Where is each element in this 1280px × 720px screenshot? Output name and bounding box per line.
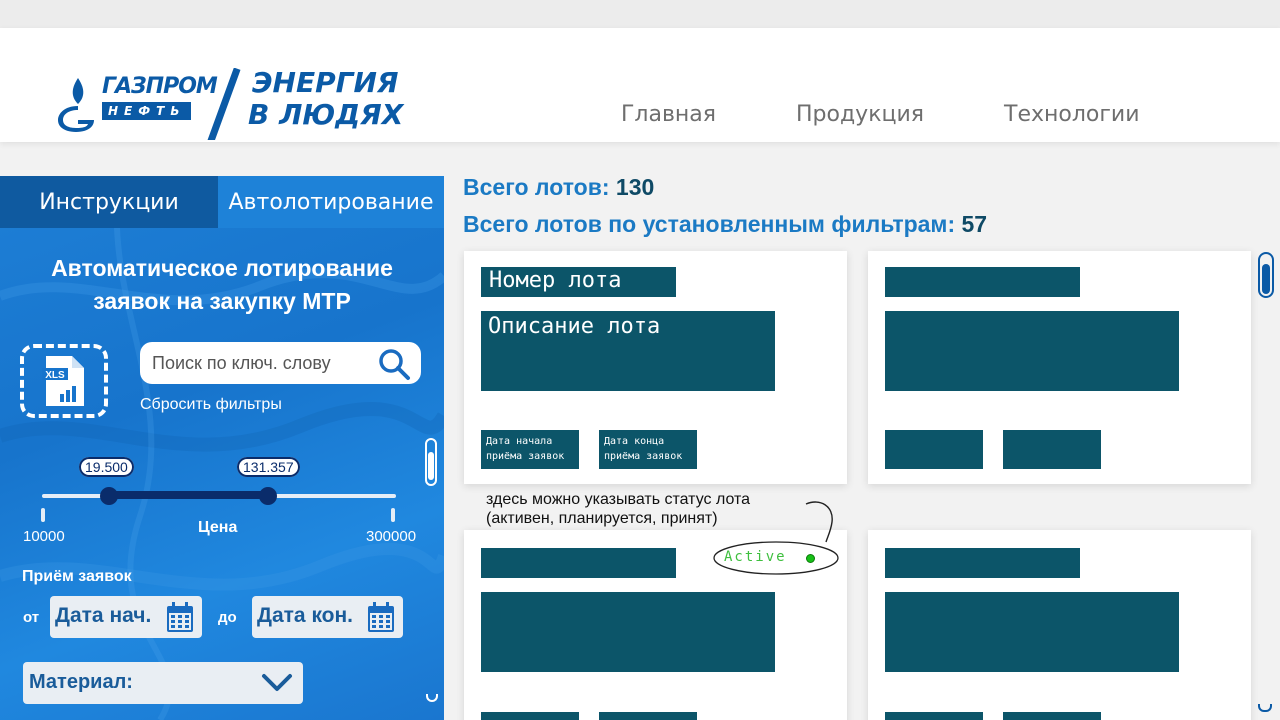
calendar-icon[interactable] [166,601,194,633]
annotation-arrow [805,501,833,543]
price-min-value-bubble: 19.500 [79,457,134,477]
search-box [140,342,421,384]
receipt-label: Приём заявок [22,568,132,585]
end-date-text: Дата конца приёма заявок [604,436,683,462]
sidebar-title-line2: заявок на закупку МТР [93,288,351,314]
tab-instructions[interactable]: Инструкции [0,176,218,228]
price-slider-range [108,491,268,499]
status-badge: Active [724,549,787,565]
price-slider-max-handle[interactable] [259,487,277,505]
end-date-placeholder [599,712,697,720]
xls-file-icon: XLS [42,356,84,406]
start-date-placeholder [885,430,983,469]
nav-link-technologies[interactable]: Технологии [1004,102,1140,127]
start-date-block: Дата начала приёма заявок [481,430,579,469]
lot-number: Номер лота [489,268,622,293]
price-label: Цена [198,519,238,536]
logo-slogan-line1: ЭНЕРГИЯ [252,66,399,99]
logo-brand-top: ГАЗПРОМ [102,74,218,99]
calendar-icon[interactable] [367,601,395,633]
logo-slogan-line2: В ЛЮДЯХ [248,98,404,131]
lot-number-placeholder [885,267,1080,297]
lot-description-placeholder [885,311,1179,391]
lot-number-placeholder [885,548,1080,578]
start-date-placeholder [481,712,579,720]
end-date-block: Дата конца приёма заявок [599,430,697,469]
gazprom-neft-logo[interactable]: ГАЗПРОМ НЕФТЬ ЭНЕРГИЯ В ЛЮДЯХ [56,66,436,146]
sidebar-scrollbar[interactable] [425,438,437,486]
start-date-text: Дата начала приёма заявок [486,436,565,462]
filter-sidebar: Инструкции Автолотирование Автоматическо… [0,176,444,720]
material-label: Материал: [29,671,133,693]
lot-card[interactable]: Номер лота Описание лота Дата начала при… [464,251,847,484]
lot-number-placeholder [481,548,676,578]
sidebar-title: Автоматическое лотирование заявок на зак… [0,252,444,318]
gazprom-flame-icon [58,78,94,132]
start-date-field[interactable]: Дата нач. [50,596,202,638]
filtered-lots-label: Всего лотов по установленным фильтрам: [463,211,956,237]
page: ГАЗПРОМ НЕФТЬ ЭНЕРГИЯ В ЛЮДЯХ Главная Пр… [0,0,1280,720]
end-date-field[interactable]: Дата кон. [252,596,403,638]
search-icon[interactable] [377,347,411,381]
total-lots-label: Всего лотов: [463,174,610,200]
end-date-placeholder [1003,430,1101,469]
start-date-placeholder [885,712,983,720]
reset-filters-link[interactable]: Сбросить фильтры [140,396,282,414]
lot-number-block: Номер лота [481,267,676,297]
main-scrollbar[interactable] [1258,252,1274,298]
price-max-value-bubble: 131.357 [237,457,300,477]
status-annotation-note: здесь можно указывать статус лота (актив… [486,491,751,527]
end-date-placeholder [1003,712,1101,720]
header: ГАЗПРОМ НЕФТЬ ЭНЕРГИЯ В ЛЮДЯХ Главная Пр… [0,28,1280,142]
logo-slash [207,68,241,140]
top-strip [0,0,1280,28]
end-date-value: Дата кон. [257,604,354,627]
lot-card[interactable] [868,251,1251,484]
filtered-lots-value: 57 [961,211,988,237]
main-scroll-thumb[interactable] [1262,264,1270,294]
total-lots-value: 130 [615,174,655,200]
price-range-min: 10000 [23,528,65,545]
search-input[interactable] [152,348,372,378]
start-date-value: Дата нач. [55,604,152,627]
chevron-down-icon [262,674,292,691]
sidebar-scroll-thumb[interactable] [428,452,434,480]
logo-brand-bottom: НЕФТЬ [102,102,192,120]
price-range-max: 300000 [366,528,417,545]
material-dropdown[interactable]: Материал: [23,662,303,704]
from-label: от [23,609,40,626]
xls-label: XLS [45,370,65,381]
lot-description-placeholder [481,592,775,672]
main-scroll-bottom[interactable] [1258,704,1272,712]
slider-min-tick [41,508,45,522]
lot-description-placeholder [885,592,1179,672]
filtered-lots: Всего лотов по установленным фильтрам: 5… [463,211,987,238]
nav-link-products[interactable]: Продукция [796,102,924,127]
nav-link-home[interactable]: Главная [621,102,716,127]
tab-autolotting[interactable]: Автолотирование [218,176,444,228]
sidebar-title-line1: Автоматическое лотирование [51,255,393,281]
price-slider-min-handle[interactable] [100,487,118,505]
to-label: до [218,609,237,626]
lot-card[interactable] [868,530,1251,720]
lot-description: Описание лота [488,314,661,339]
slider-max-tick [391,508,395,522]
status-dot-icon [806,554,815,563]
xls-upload-button[interactable]: XLS [20,344,108,418]
lot-description-block: Описание лота [481,311,775,391]
total-lots: Всего лотов: 130 [463,174,654,201]
